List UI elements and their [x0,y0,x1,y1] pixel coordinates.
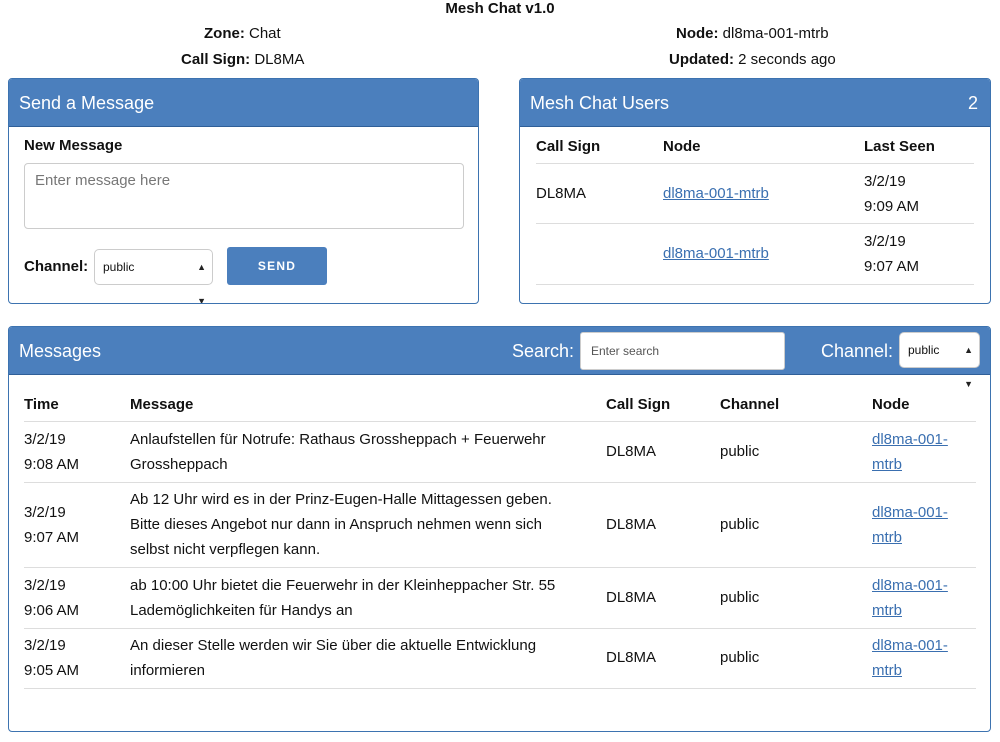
channel-label: Channel: [24,258,89,275]
filter-channel-value: public [908,343,940,357]
messages-panel: Messages Search: Channel: public ▲▼ Time… [8,326,991,732]
user-last-seen-time: 9:07 AM [864,258,920,275]
messages-panel-header: Messages Search: Channel: public ▲▼ [9,327,990,389]
message-text-line: Grossheppach [130,456,228,473]
message-text-line: Anlaufstellen für Notrufe: Rathaus Gross… [130,431,546,448]
message-channel: public [720,649,760,666]
user-last-seen-date: 3/2/19 [864,233,906,250]
message-node-link[interactable]: dl8ma-001- [872,427,948,452]
divider [24,567,976,568]
users-header-node: Node [663,138,701,155]
node-info: Node: dl8ma-001-mtrb [676,24,829,44]
divider [536,284,974,285]
user-last-seen-time: 9:09 AM [864,198,920,215]
message-text-line: informieren [130,662,206,679]
message-date: 3/2/19 [24,637,66,654]
updated-info: Updated: 2 seconds ago [669,50,836,70]
user-last-seen-date: 3/2/19 [864,173,906,190]
messages-header-channel: Channel [720,396,780,413]
message-node-link[interactable]: mtrb [872,452,902,477]
messages-header-time: Time [24,396,59,413]
message-node-link[interactable]: dl8ma-001- [872,633,948,658]
app-title: Mesh Chat v1.0 [445,0,555,17]
message-time: 9:08 AM [24,456,80,473]
message-date: 3/2/19 [24,577,66,594]
search-input[interactable] [580,332,785,370]
message-date: 3/2/19 [24,431,66,448]
updated-label: Updated: [669,51,734,68]
message-callsign: DL8MA [606,649,657,666]
user-count-badge: 2 [967,93,978,113]
message-text-line: An dieser Stelle werden wir Sie über die… [130,637,537,654]
filter-channel-label: Channel: [821,341,894,361]
user-callsign: DL8MA [536,185,587,202]
node-value: dl8ma-001-mtrb [722,25,829,42]
messages-header-callsign: Call Sign [606,396,671,413]
search-label: Search: [512,341,575,361]
zone-info: Zone: Chat [204,24,281,44]
send-panel-title: Send a Message [19,93,155,113]
message-channel: public [720,516,760,533]
message-node-link[interactable]: mtrb [872,598,902,623]
message-node-link[interactable]: mtrb [872,658,902,683]
callsign-value: DL8MA [254,51,305,68]
message-node-link[interactable]: dl8ma-001- [872,573,948,598]
user-node-link[interactable]: dl8ma-001-mtrb [663,241,769,266]
user-node-link[interactable]: dl8ma-001-mtrb [663,181,769,206]
message-callsign: DL8MA [606,443,657,460]
message-text-line: Ab 12 Uhr wird es in der Prinz-Eugen-Hal… [130,491,552,508]
message-node-link[interactable]: dl8ma-001- [872,500,948,525]
messages-header-node: Node [872,396,910,413]
message-text-line: Lademöglichkeiten für Handys an [130,602,353,619]
channel-select-value: public [103,260,135,274]
message-node-link[interactable]: mtrb [872,525,902,550]
users-panel: Mesh Chat Users 2 Call Sign Node Last Se… [519,78,991,304]
select-caret-icon: ▲ ▼ [197,262,206,304]
filter-channel-select[interactable]: public ▲ ▼ [899,332,980,389]
users-panel-title: Mesh Chat Users [530,93,670,113]
divider [24,688,976,689]
message-time: 9:06 AM [24,602,80,619]
message-time: 9:07 AM [24,529,80,546]
channel-select[interactable]: public ▲ ▼ [94,249,213,303]
send-message-panel: Send a Message New Message Channel: publ… [8,78,479,304]
message-date: 3/2/19 [24,504,66,521]
divider [24,628,976,629]
new-message-label: New Message [24,137,123,154]
message-text-line: Bitte dieses Angebot nur dann in Anspruc… [130,516,542,533]
message-text-line: ab 10:00 Uhr bietet die Feuerwehr in der… [130,577,556,594]
message-time: 9:05 AM [24,662,80,679]
updated-value: 2 seconds ago [738,51,836,68]
zone-label: Zone: [204,25,245,42]
select-caret-icon: ▲ ▼ [964,345,973,389]
users-panel-header: Mesh Chat Users 2 [520,79,990,127]
node-label: Node: [676,25,719,42]
message-input[interactable] [24,163,464,229]
callsign-info: Call Sign: DL8MA [181,50,304,70]
zone-value: Chat [249,25,281,42]
messages-header-message: Message [130,396,194,413]
divider [536,163,974,164]
divider [536,223,974,224]
message-channel: public [720,589,760,606]
message-callsign: DL8MA [606,589,657,606]
divider [24,421,976,422]
message-text-line: selbst nicht verpflegen kann. [130,541,321,558]
send-panel-header: Send a Message [9,79,478,127]
messages-panel-title: Messages [19,341,102,361]
divider [24,482,976,483]
users-header-callsign: Call Sign [536,138,601,155]
callsign-label: Call Sign: [181,51,251,68]
message-channel: public [720,443,760,460]
send-button[interactable]: SEND [227,247,327,285]
users-header-last-seen: Last Seen [864,138,935,155]
message-callsign: DL8MA [606,516,657,533]
